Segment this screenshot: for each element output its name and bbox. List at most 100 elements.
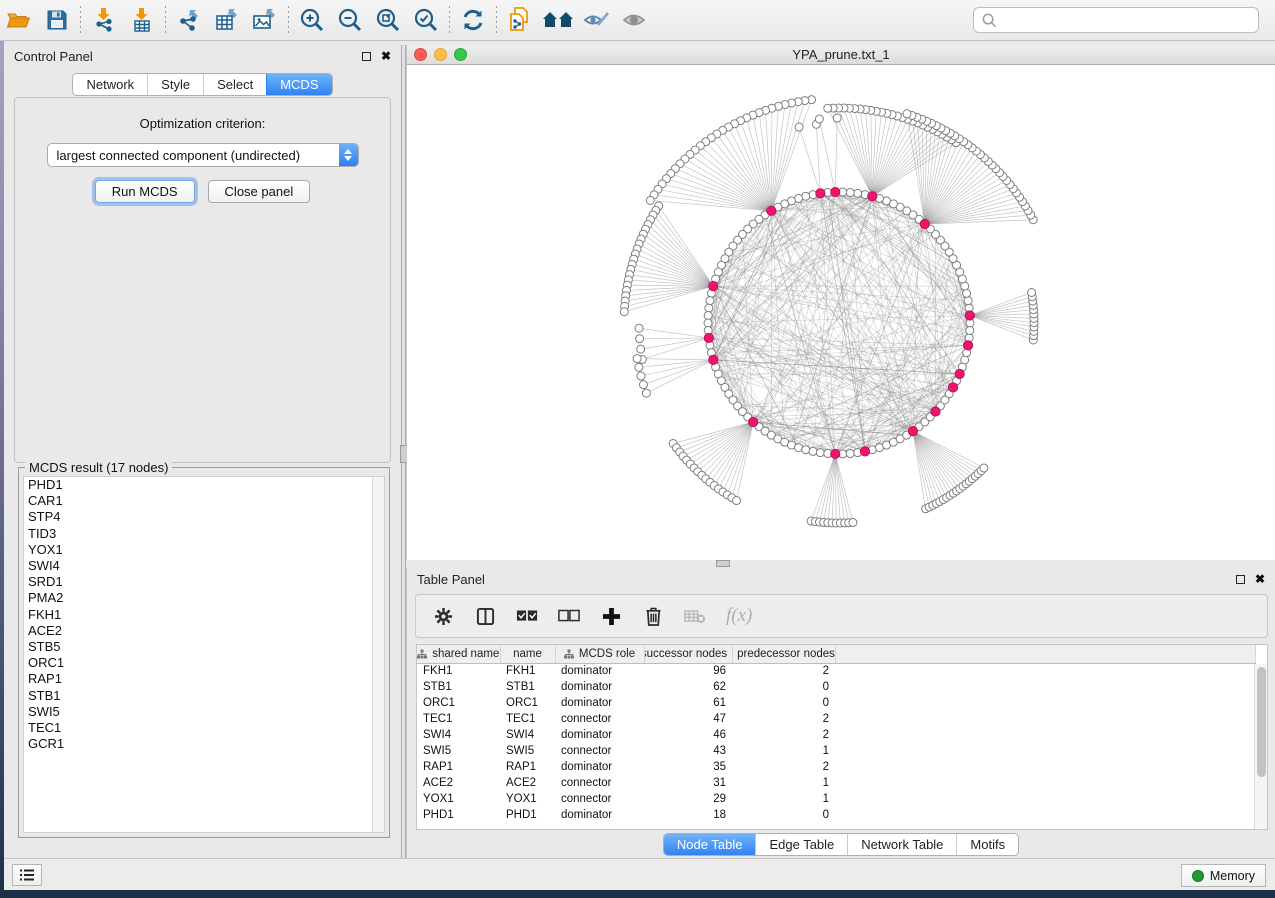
table-row-TEC1[interactable]: TEC1TEC1connector472 [417, 711, 1255, 727]
cell[interactable]: ACE2 [500, 775, 555, 791]
cell[interactable]: 62 [644, 679, 732, 695]
cell[interactable]: PHD1 [500, 807, 555, 823]
column-header-MCDS-role[interactable]: MCDS role [555, 645, 644, 663]
splitter-handle[interactable] [716, 560, 730, 567]
float-panel-icon[interactable] [362, 52, 371, 61]
tab-node-table[interactable]: Node Table [664, 834, 756, 855]
table-row-ORC1[interactable]: ORC1ORC1dominator610 [417, 695, 1255, 711]
cell[interactable]: 1 [732, 791, 835, 807]
hide-selected-button[interactable] [577, 4, 615, 36]
tab-network-table[interactable]: Network Table [847, 834, 956, 855]
tab-network[interactable]: Network [73, 74, 147, 95]
cell[interactable]: dominator [555, 759, 644, 775]
table-row-RAP1[interactable]: RAP1RAP1dominator352 [417, 759, 1255, 775]
result-node[interactable]: STB1 [24, 688, 384, 704]
task-history-button[interactable] [12, 864, 42, 886]
tab-mcds[interactable]: MCDS [266, 74, 331, 95]
result-node[interactable]: ACE2 [24, 623, 384, 639]
refresh-layout-button[interactable] [454, 4, 492, 36]
cell[interactable]: 31 [644, 775, 732, 791]
save-session-button[interactable] [38, 4, 76, 36]
node-table[interactable]: shared namenameMCDS rolesuccessor nodesp… [416, 644, 1268, 830]
close-panel-icon[interactable]: ✖ [1255, 575, 1265, 584]
table-row-SWI5[interactable]: SWI5SWI5connector431 [417, 743, 1255, 759]
cell[interactable]: dominator [555, 807, 644, 823]
first-neighbors-button[interactable] [539, 4, 577, 36]
toggle-panes-button[interactable] [474, 605, 496, 627]
cell[interactable]: dominator [555, 727, 644, 743]
import-network-button[interactable] [85, 4, 123, 36]
cell[interactable]: 0 [732, 695, 835, 711]
close-panel-button[interactable]: Close panel [208, 180, 311, 203]
cell[interactable]: STB1 [500, 679, 555, 695]
cell[interactable]: 96 [644, 663, 732, 679]
import-table-button[interactable] [123, 4, 161, 36]
result-node[interactable]: GCR1 [24, 736, 384, 752]
cell[interactable]: FKH1 [417, 663, 500, 679]
cell[interactable]: 61 [644, 695, 732, 711]
table-row-YOX1[interactable]: YOX1YOX1connector291 [417, 791, 1255, 807]
cell[interactable]: SWI5 [417, 743, 500, 759]
cell[interactable]: connector [555, 743, 644, 759]
cell[interactable]: RAP1 [500, 759, 555, 775]
result-node[interactable]: TID3 [24, 526, 384, 542]
column-header-name[interactable]: name [500, 645, 555, 663]
tab-style[interactable]: Style [147, 74, 203, 95]
cell[interactable]: ORC1 [500, 695, 555, 711]
network-graph[interactable] [407, 65, 1275, 560]
result-node[interactable]: PMA2 [24, 590, 384, 606]
zoom-selected-button[interactable] [407, 4, 445, 36]
cell[interactable]: 0 [732, 679, 835, 695]
cell[interactable]: connector [555, 791, 644, 807]
network-window-titlebar[interactable]: YPA_prune.txt_1 [407, 45, 1275, 65]
result-node[interactable]: SRD1 [24, 574, 384, 590]
cell[interactable]: FKH1 [500, 663, 555, 679]
horizontal-splitter[interactable] [406, 560, 1275, 568]
tab-select[interactable]: Select [203, 74, 266, 95]
cell[interactable]: SWI4 [417, 727, 500, 743]
cell[interactable]: YOX1 [417, 791, 500, 807]
result-node[interactable]: ORC1 [24, 655, 384, 671]
column-header-successor-nodes[interactable]: successor nodes [644, 645, 732, 663]
memory-button[interactable]: Memory [1181, 864, 1266, 887]
cell[interactable]: TEC1 [417, 711, 500, 727]
cell[interactable]: 1 [732, 743, 835, 759]
add-column-button[interactable] [600, 605, 622, 627]
result-node[interactable]: SWI5 [24, 704, 384, 720]
zoom-fit-button[interactable] [369, 4, 407, 36]
export-table-button[interactable] [208, 4, 246, 36]
cell[interactable]: YOX1 [500, 791, 555, 807]
cell[interactable]: 2 [732, 711, 835, 727]
result-node[interactable]: SWI4 [24, 558, 384, 574]
result-node[interactable]: YOX1 [24, 542, 384, 558]
cell[interactable]: 18 [644, 807, 732, 823]
table-scrollbar-thumb[interactable] [1257, 667, 1266, 777]
search-input[interactable] [997, 13, 1250, 27]
open-session-button[interactable] [0, 4, 38, 36]
cell[interactable]: SWI5 [500, 743, 555, 759]
close-panel-icon[interactable]: ✖ [381, 52, 391, 61]
cell[interactable]: dominator [555, 695, 644, 711]
cell[interactable]: RAP1 [417, 759, 500, 775]
column-header-predecessor-nodes[interactable]: predecessor nodes [732, 645, 835, 663]
cell[interactable]: STB1 [417, 679, 500, 695]
table-row-ACE2[interactable]: ACE2ACE2connector311 [417, 775, 1255, 791]
cell[interactable]: 2 [732, 727, 835, 743]
table-settings-button[interactable] [432, 605, 454, 627]
zoom-out-button[interactable] [331, 4, 369, 36]
cell[interactable]: 2 [732, 663, 835, 679]
table-row-SWI4[interactable]: SWI4SWI4dominator462 [417, 727, 1255, 743]
float-panel-icon[interactable] [1236, 575, 1245, 584]
result-node[interactable]: CAR1 [24, 493, 384, 509]
optimization-criterion-select[interactable]: largest connected component (undirected) [47, 143, 359, 167]
cell[interactable]: 47 [644, 711, 732, 727]
search-field[interactable] [973, 7, 1259, 33]
cell[interactable]: SWI4 [500, 727, 555, 743]
table-row-STB1[interactable]: STB1STB1dominator620 [417, 679, 1255, 695]
cell[interactable]: 1 [732, 775, 835, 791]
column-header-shared-name[interactable]: shared name [417, 645, 500, 663]
deselect-all-button[interactable] [558, 605, 580, 627]
cell[interactable]: ACE2 [417, 775, 500, 791]
tab-edge-table[interactable]: Edge Table [755, 834, 847, 855]
delete-column-button[interactable] [642, 605, 664, 627]
